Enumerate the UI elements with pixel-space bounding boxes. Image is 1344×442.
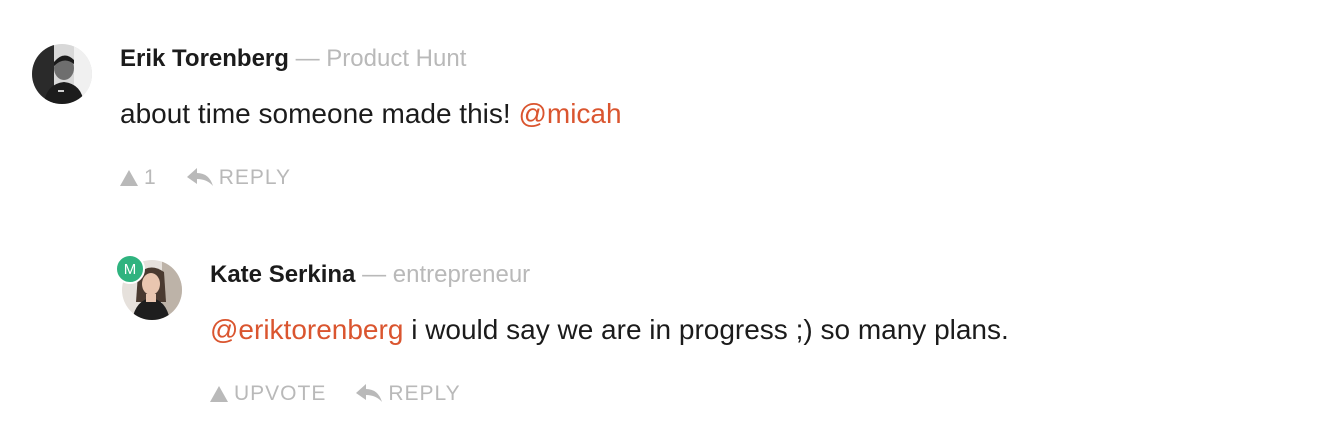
upvote-triangle-icon bbox=[210, 386, 228, 402]
user-mention-link[interactable]: @eriktorenberg bbox=[210, 314, 403, 345]
maker-badge: M bbox=[115, 254, 145, 284]
upvote-label: UPVOTE bbox=[234, 382, 327, 405]
user-mention-link[interactable]: @micah bbox=[518, 98, 621, 129]
upvote-button[interactable]: UPVOTE bbox=[210, 382, 326, 406]
reply-button[interactable]: REPLY bbox=[356, 382, 460, 406]
comment-header: Kate Serkina — entrepreneur bbox=[210, 260, 530, 290]
comment-text: i would say we are in progress ;) so man… bbox=[411, 314, 1009, 345]
comment-header: Erik Torenberg — Product Hunt bbox=[120, 44, 466, 74]
reply-button[interactable]: REPLY bbox=[186, 166, 291, 190]
avatar[interactable] bbox=[32, 44, 92, 104]
author-separator: — bbox=[295, 45, 320, 72]
comment-actions: UPVOTE REPLY bbox=[210, 382, 461, 406]
comment-body: about time someone made this! @micah bbox=[120, 97, 622, 131]
user-avatar-photo-icon bbox=[32, 44, 92, 104]
upvote-triangle-icon bbox=[120, 170, 138, 186]
upvote-button[interactable]: 1 bbox=[120, 166, 157, 190]
comment: Erik Torenberg — Product Hunt about time… bbox=[0, 0, 1344, 220]
author-separator: — bbox=[362, 261, 387, 288]
author-headline: entrepreneur bbox=[392, 261, 531, 288]
reply-arrow-icon bbox=[356, 384, 383, 404]
reply-arrow-icon bbox=[186, 168, 213, 188]
comment-actions: 1 REPLY bbox=[120, 166, 291, 190]
comment-reply: M Kate Serkina — entrepreneur @eriktoren… bbox=[0, 220, 1344, 442]
author-name[interactable]: Kate Serkina bbox=[210, 261, 355, 288]
reply-label: REPLY bbox=[218, 166, 291, 189]
upvote-count: 1 bbox=[144, 166, 157, 189]
comment-body: @eriktorenberg i would say we are in pro… bbox=[210, 313, 1009, 347]
reply-label: REPLY bbox=[388, 382, 461, 405]
comment-text: about time someone made this! bbox=[120, 98, 511, 129]
author-headline: Product Hunt bbox=[326, 45, 467, 72]
author-name[interactable]: Erik Torenberg bbox=[120, 45, 289, 72]
